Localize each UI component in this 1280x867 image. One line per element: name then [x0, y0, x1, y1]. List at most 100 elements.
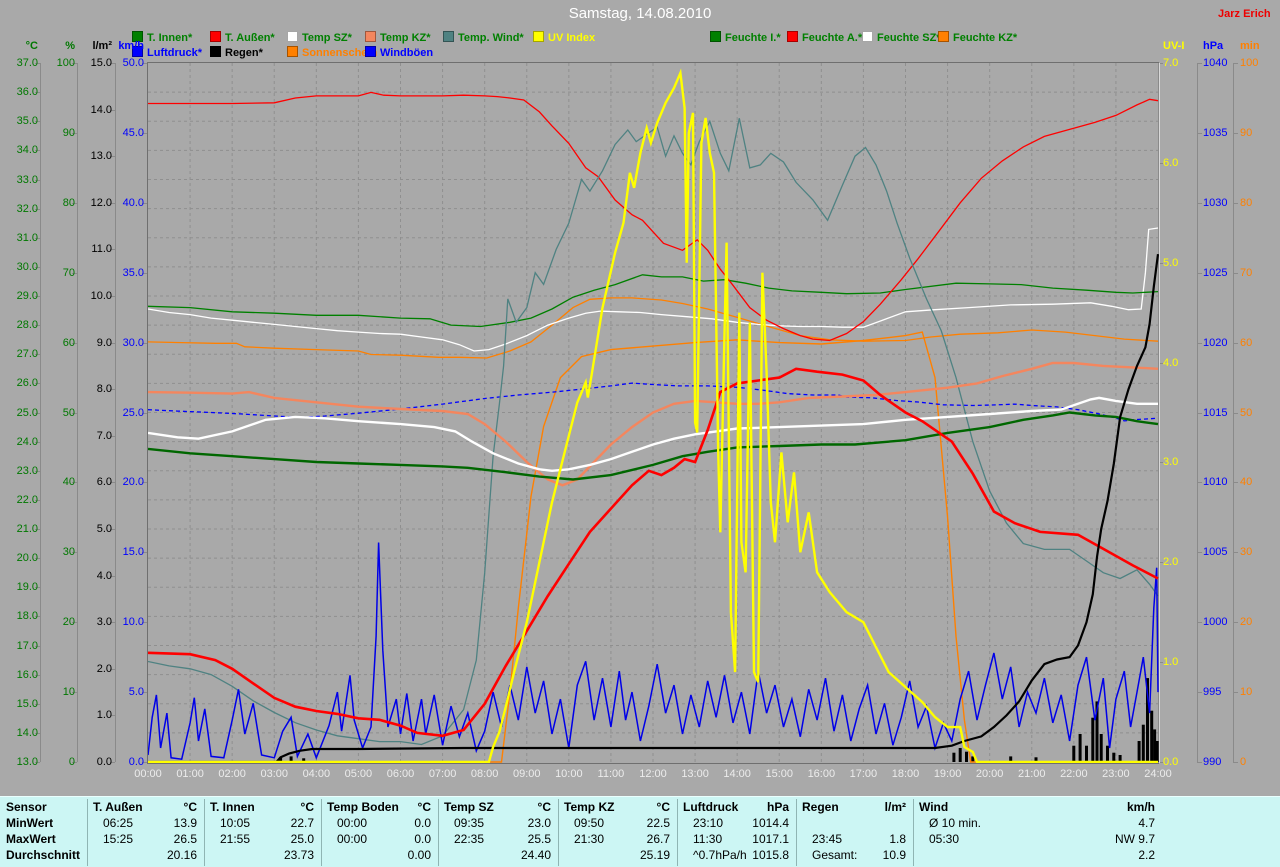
tick-label-rain: 13.0 — [90, 150, 112, 162]
table-cell-value: 2.2 — [1138, 848, 1155, 862]
table-row-label: MinWert — [6, 816, 54, 830]
tick-label-min: 40 — [1240, 476, 1253, 488]
tick-label-wind: 30.0 — [122, 337, 144, 349]
tick-min — [1233, 482, 1238, 483]
tick-label-min: 10 — [1240, 686, 1253, 698]
tick-label-min: 20 — [1240, 616, 1253, 628]
legend-swatch-icon — [287, 46, 298, 57]
tick-label-ctemp: 23.0 — [16, 465, 38, 477]
tick-label-pct: 0 — [68, 756, 75, 768]
tick-label-rain: 2.0 — [96, 663, 112, 675]
legend-label: T. Innen* — [147, 32, 193, 44]
chart-canvas — [147, 63, 1160, 764]
series-feuchte_i — [147, 274, 1159, 328]
tick-label-rain: 7.0 — [96, 430, 112, 442]
x-tick-label: 01:00 — [176, 768, 204, 780]
tick-label-hpa: 1015 — [1203, 407, 1228, 419]
rain-bar — [1150, 710, 1154, 762]
tick-hpa — [1197, 273, 1202, 274]
tick-hpa — [1197, 552, 1202, 553]
tick-label-pct: 90 — [62, 127, 75, 139]
tick-label-uv: 2.0 — [1163, 556, 1179, 568]
tick-label-ctemp: 31.0 — [16, 232, 38, 244]
tick-min — [1233, 203, 1238, 204]
tick-label-pct: 20 — [62, 616, 75, 628]
tick-label-wind: 35.0 — [122, 267, 144, 279]
x-tick-label: 12:00 — [639, 768, 667, 780]
tick-label-ctemp: 34.0 — [16, 144, 38, 156]
tick-label-ctemp: 20.0 — [16, 552, 38, 564]
table-col-unit: °C — [656, 800, 670, 814]
tick-min — [1233, 622, 1238, 623]
tick-label-pct: 80 — [62, 197, 75, 209]
tick-label-uv: 0.0 — [1163, 756, 1179, 768]
table-col-unit: km/h — [1126, 800, 1155, 814]
tick-hpa — [1197, 692, 1202, 693]
x-tick-label: 17:00 — [849, 768, 878, 780]
table-cell-value: 0.0 — [414, 832, 431, 846]
tick-label-hpa: 1000 — [1203, 616, 1228, 628]
tick-label-ctemp: 13.0 — [16, 756, 38, 768]
rain-bar — [1137, 741, 1141, 762]
x-tick-label: 18:00 — [891, 768, 920, 780]
tick-label-rain: 4.0 — [96, 570, 112, 582]
legend-label: Feuchte SZ* — [877, 32, 941, 44]
legend-swatch-icon — [862, 31, 873, 42]
tick-label-uv: 4.0 — [1163, 357, 1179, 369]
rain-bar — [1141, 724, 1145, 762]
tick-label-min: 0 — [1240, 756, 1247, 768]
tick-hpa — [1197, 762, 1202, 763]
legend-label: Windböen — [380, 47, 434, 59]
rain-bar — [1091, 717, 1095, 762]
tick-label-uv: 1.0 — [1163, 656, 1179, 668]
legend-item-row1-6: Feuchte I.* — [710, 31, 781, 44]
table-row-label: MaxWert — [6, 832, 56, 846]
tick-hpa — [1197, 343, 1202, 344]
tick-label-min: 60 — [1240, 337, 1253, 349]
table-col-unit: °C — [417, 800, 431, 814]
x-tick-label: 07:00 — [428, 768, 457, 780]
x-tick-label: 11:00 — [597, 768, 625, 780]
tick-label-wind: 50.0 — [122, 57, 144, 69]
legend-item-row2-2: Sonnenschein — [287, 46, 377, 59]
tick-label-rain: 1.0 — [96, 709, 112, 721]
legend-item-row1-7: Feuchte A.* — [787, 31, 862, 44]
tick-label-wind: 25.0 — [122, 407, 144, 419]
tick-label-rain: 11.0 — [91, 243, 112, 255]
axis-header-hpa: hPa — [1203, 40, 1224, 52]
legend-label: Feuchte KZ* — [953, 32, 1018, 44]
tick-label-ctemp: 29.0 — [16, 290, 38, 302]
series-sonnenschein — [148, 331, 1158, 763]
table-cell-value: 25.19 — [639, 848, 670, 862]
tick-label-wind: 0.0 — [128, 756, 144, 768]
tick-label-ctemp: 15.0 — [16, 698, 38, 710]
legend-label: Luftdruck* — [147, 47, 202, 59]
legend-item-row1-5: UV Index — [533, 31, 595, 44]
table-cell-value: 22.7 — [290, 816, 314, 830]
tick-label-ctemp: 24.0 — [16, 436, 38, 448]
legend-item-row1-4: Temp. Wind* — [443, 31, 524, 44]
tick-label-wind: 40.0 — [122, 197, 144, 209]
tick-label-rain: 14.0 — [90, 104, 112, 116]
tick-label-hpa: 1040 — [1203, 57, 1228, 69]
x-tick-label: 10:00 — [555, 768, 583, 780]
tick-label-wind: 10.0 — [122, 616, 144, 628]
tick-label-rain: 5.0 — [96, 523, 112, 535]
x-tick-label: 20:00 — [975, 768, 1004, 780]
tick-label-ctemp: 33.0 — [16, 174, 38, 186]
rain-bar — [1085, 745, 1088, 762]
tick-label-ctemp: 30.0 — [16, 261, 38, 273]
tick-label-hpa: 1020 — [1203, 337, 1228, 349]
rain-bar — [1112, 752, 1116, 762]
tick-label-min: 100 — [1240, 57, 1259, 69]
axis-header-ctemp: °C — [25, 40, 38, 52]
table-col-unit: hPa — [766, 800, 789, 814]
tick-label-wind: 45.0 — [122, 127, 144, 139]
tick-label-rain: 8.0 — [96, 383, 112, 395]
tick-label-wind: 5.0 — [128, 686, 144, 698]
tick-label-uv: 6.0 — [1163, 157, 1179, 169]
x-tick-label: 04:00 — [302, 768, 331, 780]
x-tick-label: 06:00 — [386, 768, 415, 780]
legend-swatch-icon — [443, 31, 454, 42]
tick-label-min: 90 — [1240, 127, 1253, 139]
